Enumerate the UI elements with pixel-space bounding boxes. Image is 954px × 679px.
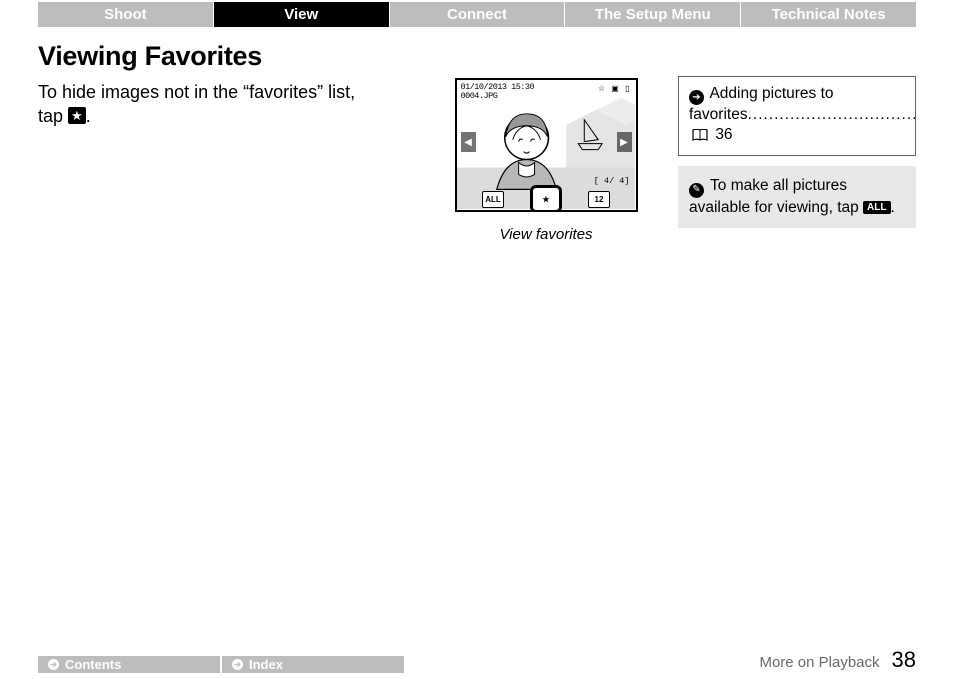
footer-index-link[interactable]: ➔ Index xyxy=(222,656,404,673)
arrow-right-circle-icon: ➔ xyxy=(48,659,59,670)
top-tabbar: Shoot View Connect The Setup Menu Techni… xyxy=(38,2,916,27)
pencil-circle-icon: ✎ xyxy=(689,183,704,198)
page-title: Viewing Favorites xyxy=(38,41,916,72)
tab-shoot[interactable]: Shoot xyxy=(38,2,214,27)
all-button-icon: ALL xyxy=(863,201,890,215)
footer-page-number: 38 xyxy=(892,647,916,673)
footer-section-name: More on Playback xyxy=(759,654,879,671)
body-line-2a: tap xyxy=(38,106,68,126)
body-line-1: To hide images not in the “favorites” li… xyxy=(38,82,355,102)
lcd-gps-status-icon: ▣ xyxy=(611,84,619,93)
lcd-favorites-button[interactable]: ★ xyxy=(532,187,560,211)
tab-technical[interactable]: Technical Notes xyxy=(741,2,916,27)
arrow-right-circle-icon: ➔ xyxy=(689,90,704,105)
lcd-thumbnails-button[interactable]: 12 xyxy=(588,191,610,208)
footer-contents-link[interactable]: ➔ Contents xyxy=(38,656,220,673)
footer-index-label: Index xyxy=(249,657,283,672)
tab-view[interactable]: View xyxy=(214,2,390,27)
page-footer: ➔ Contents ➔ Index More on Playback 38 xyxy=(38,645,916,673)
favorites-star-icon: ★ xyxy=(68,107,86,124)
lcd-filename: 0004.JPG xyxy=(461,92,535,101)
leader-dots: ................................ xyxy=(748,106,918,123)
link-text-line2: favorites xyxy=(689,106,748,123)
book-icon xyxy=(692,127,708,147)
lcd-figure: 01/10/2013 15:30 0004.JPG ☆ ▣ ▯ ◀ ▶ [ 4/… xyxy=(436,74,656,243)
tip-text-after: . xyxy=(891,199,895,216)
lcd-toolbar: ALL ★ 12 xyxy=(457,188,636,210)
related-link-box[interactable]: ➔ Adding pictures to favorites..........… xyxy=(678,76,916,156)
body-text: To hide images not in the “favorites” li… xyxy=(38,74,436,243)
tab-setup-menu[interactable]: The Setup Menu xyxy=(565,2,741,27)
lcd-meta: 01/10/2013 15:30 0004.JPG xyxy=(461,83,535,101)
tip-text-before: To make all pictures available for viewi… xyxy=(689,177,863,215)
arrow-right-circle-icon: ➔ xyxy=(232,659,243,670)
lcd-star-status-icon: ☆ xyxy=(598,84,605,93)
tab-connect[interactable]: Connect xyxy=(390,2,566,27)
lcd-prev-arrow-icon[interactable]: ◀ xyxy=(461,132,476,152)
lcd-next-arrow-icon[interactable]: ▶ xyxy=(617,132,632,152)
tip-box: ✎ To make all pictures available for vie… xyxy=(678,166,916,228)
lcd-top-icons: ☆ ▣ ▯ xyxy=(594,84,630,93)
body-line-2b: . xyxy=(86,106,91,126)
link-page-number: 36 xyxy=(715,126,732,143)
link-text-line1: Adding pictures to xyxy=(709,85,833,102)
lcd-counter: [ 4/ 4] xyxy=(594,176,630,186)
lcd-screen: 01/10/2013 15:30 0004.JPG ☆ ▣ ▯ ◀ ▶ [ 4/… xyxy=(455,78,638,212)
footer-contents-label: Contents xyxy=(65,657,121,672)
lcd-all-button[interactable]: ALL xyxy=(482,191,504,208)
figure-caption: View favorites xyxy=(436,226,656,243)
lcd-card-status-icon: ▯ xyxy=(625,84,629,93)
